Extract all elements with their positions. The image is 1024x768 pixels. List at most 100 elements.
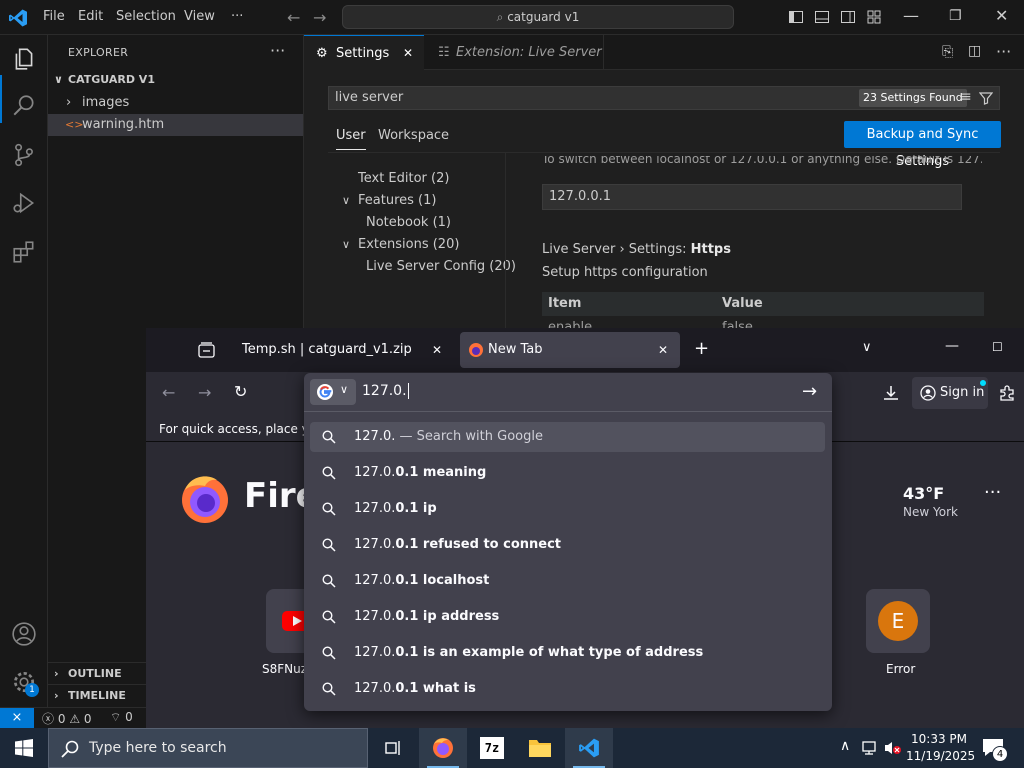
suggestion-row[interactable]: 127.0.0.1 is an example of what type of … [310, 638, 825, 668]
show-hidden-icons-chevron-icon[interactable]: ∧ [840, 738, 850, 754]
windows-start-icon[interactable] [15, 739, 33, 757]
explorer-more-icon[interactable]: ··· [270, 41, 285, 60]
back-arrow-icon[interactable]: ← [162, 383, 175, 402]
suggestion-row[interactable]: 127.0.0.1 meaning [310, 458, 825, 488]
extensions-puzzle-icon[interactable] [998, 384, 1016, 402]
toc-extensions[interactable]: Extensions (20) [358, 237, 459, 252]
settings-search-input[interactable]: live server 23 Settings Found ≡ [328, 86, 1000, 110]
menu-file[interactable]: File [43, 9, 65, 24]
ff-maximize-icon[interactable]: ☐ [992, 340, 1003, 354]
tab-new-tab[interactable]: New Tab ✕ [460, 332, 680, 368]
task-view-button[interactable] [368, 728, 416, 768]
suggestion-row[interactable]: 127.0. — Search with Google [310, 422, 825, 452]
back-arrow-icon[interactable]: ← [287, 8, 300, 27]
suggestion-row[interactable]: 127.0.0.1 refused to connect [310, 530, 825, 560]
menu-selection[interactable]: Selection [116, 9, 176, 24]
close-icon[interactable]: ✕ [995, 6, 1008, 25]
shortcut-label: S8FNuz [262, 662, 308, 676]
filter-icon[interactable] [979, 91, 993, 105]
taskbar-firefox[interactable] [419, 728, 467, 768]
go-arrow-icon[interactable]: → [802, 381, 817, 402]
tab-workspace[interactable]: Workspace [378, 128, 449, 143]
settings-search-value: live server [335, 90, 404, 105]
suggestion-row[interactable]: 127.0.0.1 localhost [310, 566, 825, 596]
ports-status[interactable]: ⌔ 0 [110, 710, 133, 725]
restore-icon[interactable]: ❐ [949, 8, 962, 24]
problems-status[interactable]: ⓧ 0 ⚠ 0 [42, 710, 92, 727]
tab-temp-sh[interactable]: Temp.sh | catguard_v1.zip ✕ [230, 332, 454, 368]
command-center[interactable]: ⌕ catguard v1 [342, 5, 734, 29]
weather-city[interactable]: New York [903, 505, 958, 519]
backup-sync-button[interactable]: Backup and Sync Settings [844, 121, 1001, 169]
folder-icon [529, 740, 551, 757]
search-icon [322, 646, 336, 660]
editor-tab-bar: ⚙ Settings ✕ ☷ Extension: Live Server ⎘ … [304, 35, 1024, 70]
forward-arrow-icon[interactable]: → [313, 8, 326, 27]
tab-extension-live-server[interactable]: ☷ Extension: Live Server [424, 35, 604, 70]
open-settings-json-icon[interactable]: ⎘ [942, 44, 953, 60]
vscode-titlebar: File Edit Selection View ··· ← → ⌕ catgu… [0, 0, 1024, 35]
taskbar-file-explorer[interactable] [516, 728, 564, 768]
volume-muted-icon[interactable] [884, 740, 902, 756]
more-actions-icon[interactable]: ··· [996, 42, 1011, 61]
host-setting-input[interactable]: 127.0.0.1 [542, 184, 962, 210]
clear-filter-icon[interactable]: ≡ [960, 89, 972, 105]
suggestion-row[interactable]: 127.0.0.1 what is [310, 674, 825, 704]
forward-arrow-icon[interactable]: → [198, 383, 211, 402]
network-icon[interactable] [862, 740, 880, 756]
setting-description-cut: To switch between localhost or 127.0.0.1… [542, 156, 982, 166]
tree-item-warning-htm[interactable]: <> warning.htm [48, 114, 303, 136]
search-engine-button[interactable]: ∨ [310, 379, 356, 405]
menu-more[interactable]: ··· [231, 9, 243, 24]
tab-close-icon[interactable]: ✕ [403, 36, 413, 71]
search-icon[interactable] [11, 93, 37, 119]
suggestion-row[interactable]: 127.0.0.1 ip address [310, 602, 825, 632]
toggle-sidebar-icon[interactable] [788, 9, 804, 25]
tab-user[interactable]: User [336, 128, 366, 150]
shortcut-tile-error[interactable]: E [866, 589, 930, 653]
tab-close-icon[interactable]: ✕ [432, 332, 442, 368]
tab-groups-icon[interactable] [198, 342, 215, 358]
new-tab-plus-icon[interactable]: + [694, 338, 709, 359]
source-control-icon[interactable] [11, 142, 37, 168]
accounts-icon[interactable] [11, 621, 37, 647]
urlbar-separator [304, 411, 832, 412]
taskbar-7zip[interactable]: 7z [468, 728, 516, 768]
toggle-secondary-sidebar-icon[interactable] [840, 9, 856, 25]
section-label: TIMELINE [68, 689, 126, 702]
toc-text-editor[interactable]: Text Editor (2) [358, 171, 449, 186]
tab-settings[interactable]: ⚙ Settings ✕ [304, 35, 424, 70]
extensions-icon[interactable] [11, 239, 37, 265]
toc-live-server-config[interactable]: Live Server Config (20) [366, 259, 516, 274]
search-placeholder: Type here to search [89, 740, 227, 756]
customize-layout-icon[interactable] [866, 9, 882, 25]
weather-more-icon[interactable]: ··· [984, 482, 1001, 503]
explorer-icon[interactable] [11, 46, 37, 72]
split-editor-icon[interactable]: ◫ [968, 43, 981, 59]
list-tabs-chevron-icon[interactable]: ∨ [862, 340, 872, 355]
toc-features[interactable]: Features (1) [358, 193, 436, 208]
taskbar-search-box[interactable]: Type here to search [48, 728, 368, 768]
remote-indicator[interactable]: ⨯ [0, 708, 34, 729]
weather-temp[interactable]: 43°F [903, 484, 944, 503]
taskbar-vscode[interactable] [565, 728, 613, 768]
toggle-panel-icon[interactable] [814, 9, 830, 25]
tray-clock[interactable]: 10:33 PM 11/19/2025 [906, 731, 975, 765]
toc-notebook[interactable]: Notebook (1) [366, 215, 451, 230]
downloads-icon[interactable] [882, 384, 900, 402]
manage-badge: 1 [25, 683, 39, 697]
menu-view[interactable]: View [184, 9, 215, 24]
suggestion-row[interactable]: 127.0.0.1 ip [310, 494, 825, 524]
run-debug-icon[interactable] [11, 190, 37, 216]
folder-label: CATGUARD V1 [68, 73, 155, 86]
workspace-folder[interactable]: ∨ CATGUARD V1 [48, 69, 303, 91]
menu-edit[interactable]: Edit [78, 9, 103, 24]
url-input[interactable]: ∨ 127.0. → [304, 373, 832, 411]
sign-in-button[interactable]: Sign in [912, 377, 988, 409]
minimize-icon[interactable]: — [903, 6, 919, 25]
tree-item-images[interactable]: › images [48, 92, 303, 114]
settings-gear-icon: ⚙ [316, 46, 328, 61]
reload-icon[interactable]: ↻ [234, 382, 247, 401]
ff-minimize-icon[interactable]: — [945, 338, 959, 354]
tab-close-icon[interactable]: ✕ [658, 332, 668, 368]
